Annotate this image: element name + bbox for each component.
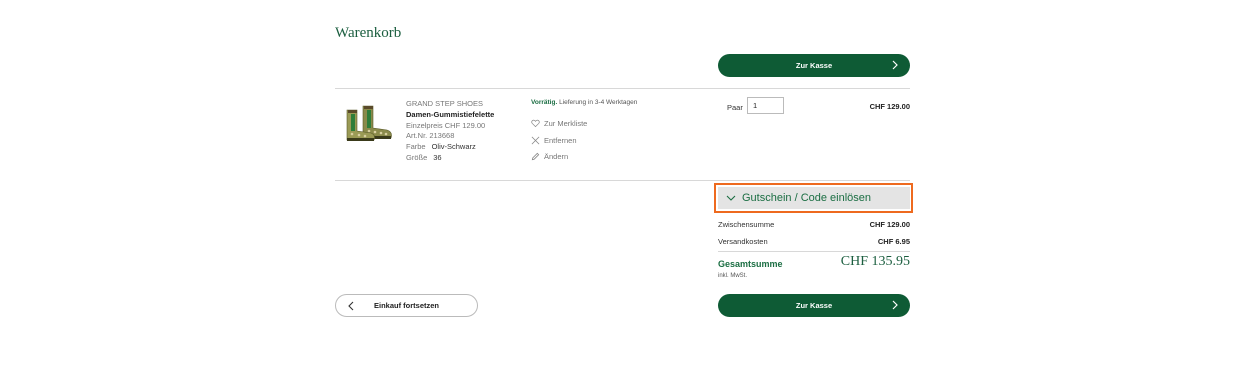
product-art-nr: Art.Nr. 213668 (406, 131, 455, 140)
quantity-input[interactable]: 1 (747, 97, 784, 114)
product-color: Farbe Oliv-Schwarz (406, 142, 476, 151)
quantity-label: Paar (727, 103, 743, 112)
total-label: Gesamtsumme (718, 259, 783, 269)
shipping-label: Versandkosten (718, 237, 768, 246)
chevron-right-icon (892, 60, 898, 70)
edit-link[interactable]: Ändern (531, 152, 568, 161)
size-value: 36 (433, 153, 442, 162)
edit-label: Ändern (544, 152, 569, 161)
checkout-button-label: Zur Kasse (795, 301, 833, 310)
checkout-button-label: Zur Kasse (795, 61, 833, 70)
wishlist-link[interactable]: Zur Merkliste (531, 119, 587, 128)
subtotal-value: CHF 129.00 (869, 220, 910, 229)
remove-link[interactable]: Entfernen (531, 136, 577, 145)
availability-text: Lieferung in 3-4 Werktagen (559, 99, 638, 106)
vat-note: inkl. MwSt. (718, 273, 748, 279)
color-label: Farbe (406, 142, 426, 151)
product-image[interactable] (343, 100, 401, 144)
divider-summary (718, 251, 910, 252)
remove-label: Entfernen (544, 136, 577, 145)
item-price: CHF 129.00 (869, 102, 910, 111)
availability-status: Vorrätig. (531, 99, 558, 106)
chevron-left-icon (348, 301, 354, 311)
divider-top (335, 88, 910, 89)
product-name[interactable]: Damen-Gummistiefelette (406, 110, 494, 119)
checkout-button-bottom[interactable]: Zur Kasse (718, 294, 910, 317)
product-brand: GRAND STEP SHOES (406, 99, 483, 108)
wishlist-label: Zur Merkliste (544, 119, 588, 128)
product-size: Größe 36 (406, 153, 442, 162)
coupon-label: Gutschein / Code einlösen (742, 192, 872, 204)
product-unit-price: Einzelpreis CHF 129.00 (406, 121, 486, 130)
availability: Vorrätig. Lieferung in 3-4 Werktagen (531, 99, 637, 106)
page-title: Warenkorb (335, 25, 402, 41)
size-label: Größe (406, 153, 428, 162)
coupon-toggle[interactable]: Gutschein / Code einlösen (718, 187, 910, 209)
heart-icon (531, 119, 540, 128)
continue-shopping-button[interactable]: Einkauf fortsetzen (335, 294, 478, 317)
close-icon (531, 136, 540, 145)
chevron-down-icon (726, 195, 736, 201)
continue-shopping-label: Einkauf fortsetzen (373, 301, 439, 310)
pencil-icon (531, 152, 540, 161)
shipping-value: CHF 6.95 (877, 237, 910, 246)
chevron-right-icon (892, 300, 898, 310)
color-value: Oliv-Schwarz (431, 142, 476, 151)
total-value: CHF 135.95 (840, 254, 910, 269)
divider-middle (335, 180, 910, 181)
subtotal-label: Zwischensumme (718, 220, 775, 229)
checkout-button-top[interactable]: Zur Kasse (718, 54, 910, 77)
